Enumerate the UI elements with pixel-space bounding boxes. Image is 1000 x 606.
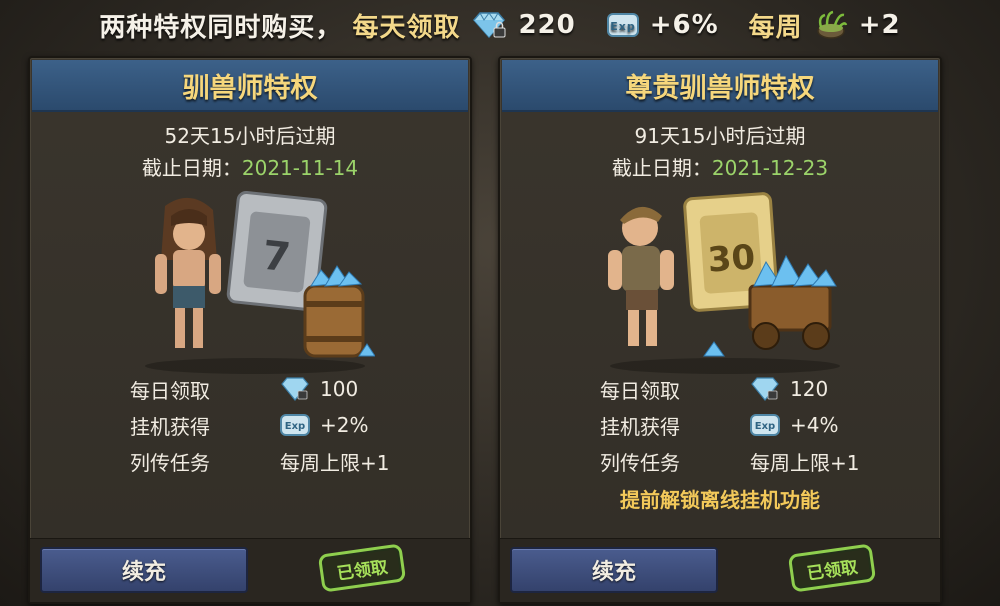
expire-countdown: 91天15小时后过期 (634, 124, 806, 148)
deadline-row: 截止日期：2021-11-14 (30, 152, 470, 181)
benefit-label: 每日领取 (600, 378, 680, 403)
benefit-row-idle: 挂机获得 Exp +4% (600, 410, 839, 440)
expire-countdown: 52天15小时后过期 (164, 124, 336, 148)
benefit-value: 每周上限+1 (280, 450, 390, 475)
tamer-illustration: 30 (608, 192, 840, 374)
deadline-label: 截止日期： (611, 156, 712, 180)
promo-banner: 两种特权同时购买， 每天领取 220 Exp +6% 每周 +2 (0, 0, 1000, 50)
card-footer: 续充 已领取 (500, 538, 940, 602)
benefit-label: 列传任务 (130, 450, 210, 475)
renew-button[interactable]: 续充 (510, 547, 718, 593)
panel-title: 尊贵驯兽师特权 (502, 60, 938, 112)
exp-icon: Exp (606, 11, 640, 39)
renew-button[interactable]: 续充 (40, 547, 248, 593)
benefit-label: 挂机获得 (130, 414, 210, 439)
exp-icon: Exp (280, 412, 310, 438)
privilege-card-premium: 尊贵驯兽师特权 91天15小时后过期 截止日期：2021-12-23 30 每日… (498, 56, 942, 604)
benefit-row-quest: 列传任务 每周上限+1 (600, 446, 859, 476)
banner-exp-value: +6% (649, 10, 719, 40)
tamer-illustration: 7 (145, 190, 375, 374)
exp-icon: Exp (750, 412, 780, 438)
benefit-label: 挂机获得 (600, 414, 680, 439)
benefit-value: 每周上限+1 (750, 450, 860, 475)
banner-daily-gem-value: 220 (518, 10, 576, 40)
svg-text:Exp: Exp (285, 421, 305, 432)
claimed-badge[interactable]: 已领取 (787, 543, 877, 593)
benefit-row-daily: 每日领取 120 (600, 374, 828, 404)
deadline-row: 截止日期：2021-12-23 (500, 152, 940, 181)
gem-icon (280, 376, 310, 402)
benefit-row-quest: 列传任务 每周上限+1 (130, 446, 389, 476)
banner-daily-label: 每天领取 (352, 12, 461, 43)
deadline-label: 截止日期： (141, 156, 242, 180)
banner-weekly-value: +2 (858, 10, 901, 40)
herb-pot-icon (813, 9, 849, 41)
panel-title: 驯兽师特权 (32, 60, 468, 112)
deadline-date: 2021-12-23 (711, 156, 829, 180)
privilege-card-basic: 驯兽师特权 52天15小时后过期 截止日期：2021-11-14 7 每日领取 (28, 56, 472, 604)
offline-unlock-note: 提前解锁离线挂机功能 (620, 488, 820, 512)
banner-intro: 两种特权同时购买， (99, 12, 343, 43)
card-number: 7 (260, 233, 292, 282)
benefit-value: +2% (320, 413, 369, 437)
benefit-value: 100 (320, 377, 359, 401)
benefit-row-daily: 每日领取 100 (130, 374, 358, 404)
card-number: 30 (706, 237, 756, 280)
banner-weekly-label: 每周 (748, 12, 803, 43)
claimed-badge[interactable]: 已领取 (317, 543, 407, 593)
gem-icon (750, 376, 780, 402)
benefit-label: 每日领取 (130, 378, 210, 403)
benefit-value: 120 (790, 377, 829, 401)
svg-text:Exp: Exp (610, 20, 635, 33)
benefit-row-idle: 挂机获得 Exp +2% (130, 410, 369, 440)
benefit-label: 列传任务 (600, 450, 680, 475)
locked-gem-icon (470, 10, 508, 40)
svg-text:Exp: Exp (755, 421, 775, 432)
deadline-date: 2021-11-14 (241, 156, 359, 180)
benefit-value: +4% (790, 413, 839, 437)
card-footer: 续充 已领取 (30, 538, 470, 602)
